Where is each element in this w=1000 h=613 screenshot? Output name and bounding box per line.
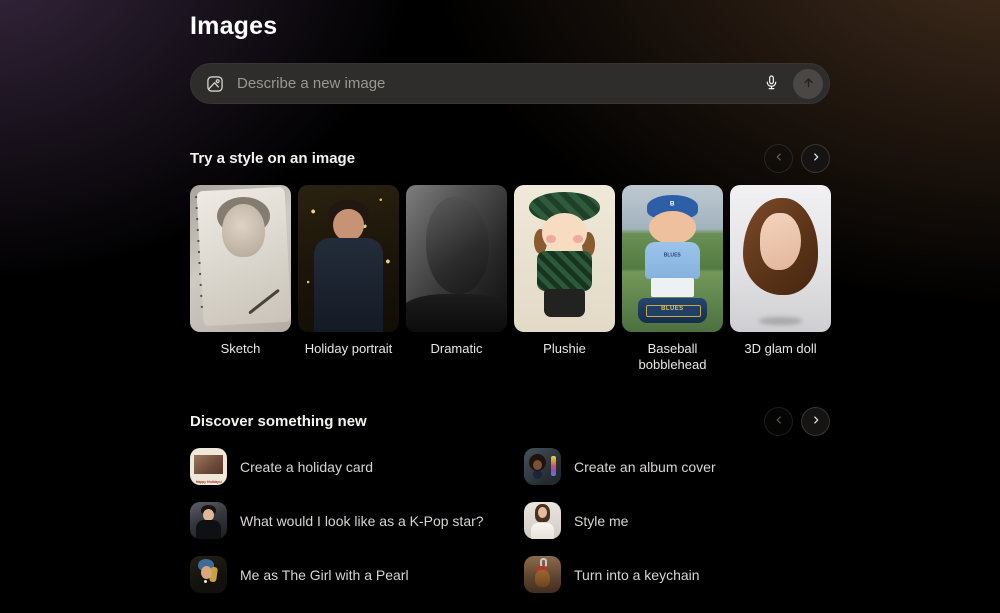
- microphone-icon: [763, 73, 780, 95]
- style-card-label: Dramatic: [406, 341, 507, 357]
- image-icon[interactable]: [205, 74, 225, 94]
- chevron-left-icon: [772, 413, 786, 430]
- style-card-3d-glam-doll[interactable]: 3D glam doll: [730, 185, 831, 372]
- suggestion-girl-with-a-pearl[interactable]: Me as The Girl with a Pearl: [190, 556, 524, 593]
- suggestion-kpop-star[interactable]: What would I look like as a K-Pop star?: [190, 502, 524, 539]
- style-card-image-plushie: [514, 185, 615, 332]
- discover-prev-button[interactable]: [764, 407, 793, 436]
- submit-button[interactable]: [793, 69, 823, 99]
- suggestion-create-holiday-card[interactable]: Happy Holidays! Create a holiday card: [190, 448, 524, 485]
- suggestion-thumb-holiday-card: Happy Holidays!: [190, 448, 227, 485]
- suggestion-thumb-kpop-star: [190, 502, 227, 539]
- suggestion-label: What would I look like as a K-Pop star?: [240, 513, 484, 529]
- prompt-bar[interactable]: [190, 63, 830, 104]
- style-section-title: Try a style on an image: [190, 150, 355, 167]
- bobblehead-base-text: BLUES: [643, 305, 701, 313]
- suggestion-label: Create a holiday card: [240, 459, 373, 475]
- suggestion-style-me[interactable]: Style me: [524, 502, 830, 539]
- suggestion-turn-into-keychain[interactable]: Turn into a keychain: [524, 556, 830, 593]
- style-card-image-baseball-bobblehead: B BLUES BLUES: [622, 185, 723, 332]
- discover-section-title: Discover something new: [190, 413, 367, 430]
- suggestion-thumb-album-cover: [524, 448, 561, 485]
- style-card-image-sketch: [190, 185, 291, 332]
- discover-section-header: Discover something new: [190, 407, 830, 436]
- bobblehead-cap-text: B: [652, 199, 692, 209]
- suggestion-create-album-cover[interactable]: Create an album cover: [524, 448, 830, 485]
- style-card-label: Holiday portrait: [298, 341, 399, 357]
- suggestion-thumb-keychain: [524, 556, 561, 593]
- style-section-header: Try a style on an image: [190, 144, 830, 173]
- style-card-label: 3D glam doll: [730, 341, 831, 357]
- holiday-card-thumb-text: Happy Holidays!: [195, 481, 221, 484]
- style-card-holiday-portrait[interactable]: Holiday portrait: [298, 185, 399, 372]
- style-card-label: Baseball bobblehead: [622, 341, 723, 372]
- chevron-right-icon: [809, 413, 823, 430]
- style-card-baseball-bobblehead[interactable]: B BLUES BLUES Baseball bobblehead: [622, 185, 723, 372]
- style-card-image-holiday-portrait: [298, 185, 399, 332]
- prompt-input[interactable]: [237, 75, 756, 92]
- style-next-button[interactable]: [801, 144, 830, 173]
- bobblehead-jersey-text: BLUES: [653, 252, 692, 259]
- discover-carousel-nav: [764, 407, 830, 436]
- style-cards-carousel: Sketch Holiday portrait Dramatic Plushie…: [190, 185, 834, 372]
- microphone-button[interactable]: [756, 69, 786, 99]
- suggestion-thumb-style-me: [524, 502, 561, 539]
- arrow-up-icon: [801, 75, 816, 93]
- images-page: { "page": { "title": "Images" }, "colors…: [0, 0, 1000, 613]
- style-card-dramatic[interactable]: Dramatic: [406, 185, 507, 372]
- suggestion-label: Me as The Girl with a Pearl: [240, 567, 409, 583]
- style-prev-button[interactable]: [764, 144, 793, 173]
- style-card-plushie[interactable]: Plushie: [514, 185, 615, 372]
- style-card-image-dramatic: [406, 185, 507, 332]
- suggestion-label: Style me: [574, 513, 628, 529]
- chevron-left-icon: [772, 150, 786, 167]
- suggestion-label: Turn into a keychain: [574, 567, 700, 583]
- discover-next-button[interactable]: [801, 407, 830, 436]
- style-card-label: Plushie: [514, 341, 615, 357]
- style-card-sketch[interactable]: Sketch: [190, 185, 291, 372]
- chevron-right-icon: [809, 150, 823, 167]
- style-card-label: Sketch: [190, 341, 291, 357]
- style-carousel-nav: [764, 144, 830, 173]
- discover-suggestions: Happy Holidays! Create a holiday card Cr…: [190, 448, 830, 593]
- page-title: Images: [190, 12, 277, 41]
- suggestion-label: Create an album cover: [574, 459, 716, 475]
- style-card-image-3d-glam-doll: [730, 185, 831, 332]
- suggestion-thumb-girl-with-a-pearl: [190, 556, 227, 593]
